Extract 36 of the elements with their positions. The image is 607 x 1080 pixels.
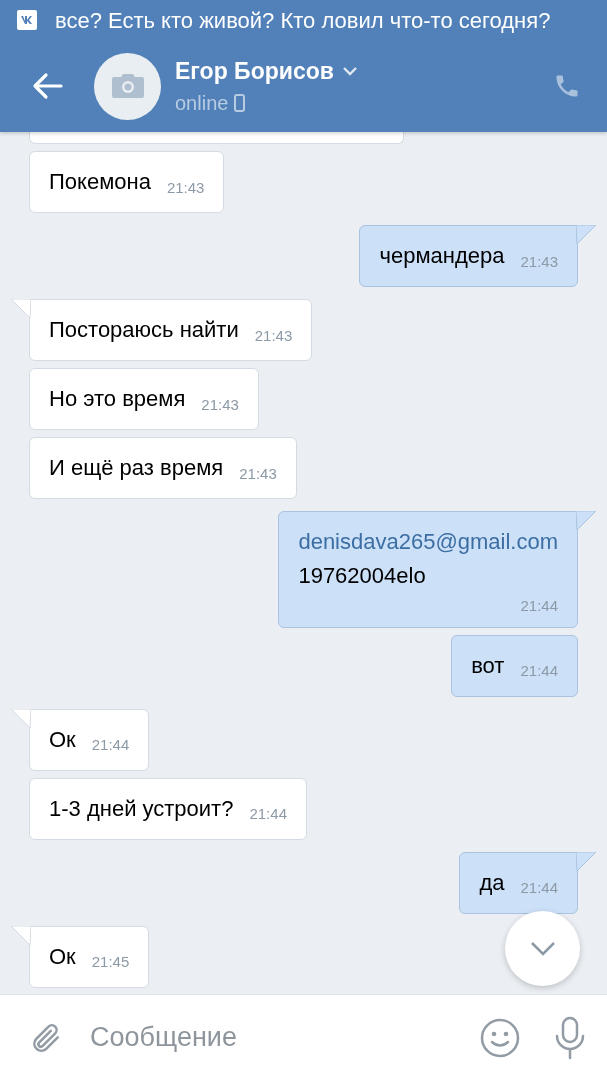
message-time: 21:43 [520,251,558,272]
message-time: 21:44 [520,878,558,898]
message-time: 21:44 [520,596,558,616]
message-time: 21:43 [166,177,205,198]
scroll-down-button[interactable] [505,911,580,986]
message-time: 21:44 [91,735,130,755]
message-text: Ок [49,725,76,754]
message-text: Постораюсь найти [49,316,239,344]
message-text: Покемона [49,168,151,196]
message-text: 19762004elo [298,562,427,590]
message-time: 21:43 [201,394,239,415]
message-time: 21:43 [254,325,293,346]
camera-icon [110,73,145,99]
microphone-icon [553,1015,587,1060]
message-time: 21:45 [91,952,130,972]
email-link[interactable]: denisdava265@gmail.com [298,525,558,559]
contact-name[interactable]: Егор Борисов [175,53,334,89]
message-time: 21:43 [239,463,277,484]
message-time: 21:44 [249,804,287,824]
message-text: Но это время [49,385,186,413]
message-text: Ок [49,942,76,971]
message-text: И ещё раз время [49,454,224,482]
message-text: вот [471,651,505,680]
message-input[interactable]: Сообщение [90,1017,477,1058]
message-text: да [479,868,505,897]
message-text: 1-3 дней устроит? [49,794,234,823]
app-logo-icon [17,10,37,30]
chevron-down-icon [529,940,556,957]
chevron-down-icon [341,66,358,76]
smiley-icon [479,1016,521,1059]
back-arrow-icon [31,72,63,100]
message-time: 21:44 [520,661,558,681]
notification-text: все? Есть кто живой? Кто ловил что-то сегодня? [55,6,551,35]
message-text: чермандера [379,242,505,270]
online-status: online [175,91,229,117]
mobile-phone-icon [234,94,246,113]
